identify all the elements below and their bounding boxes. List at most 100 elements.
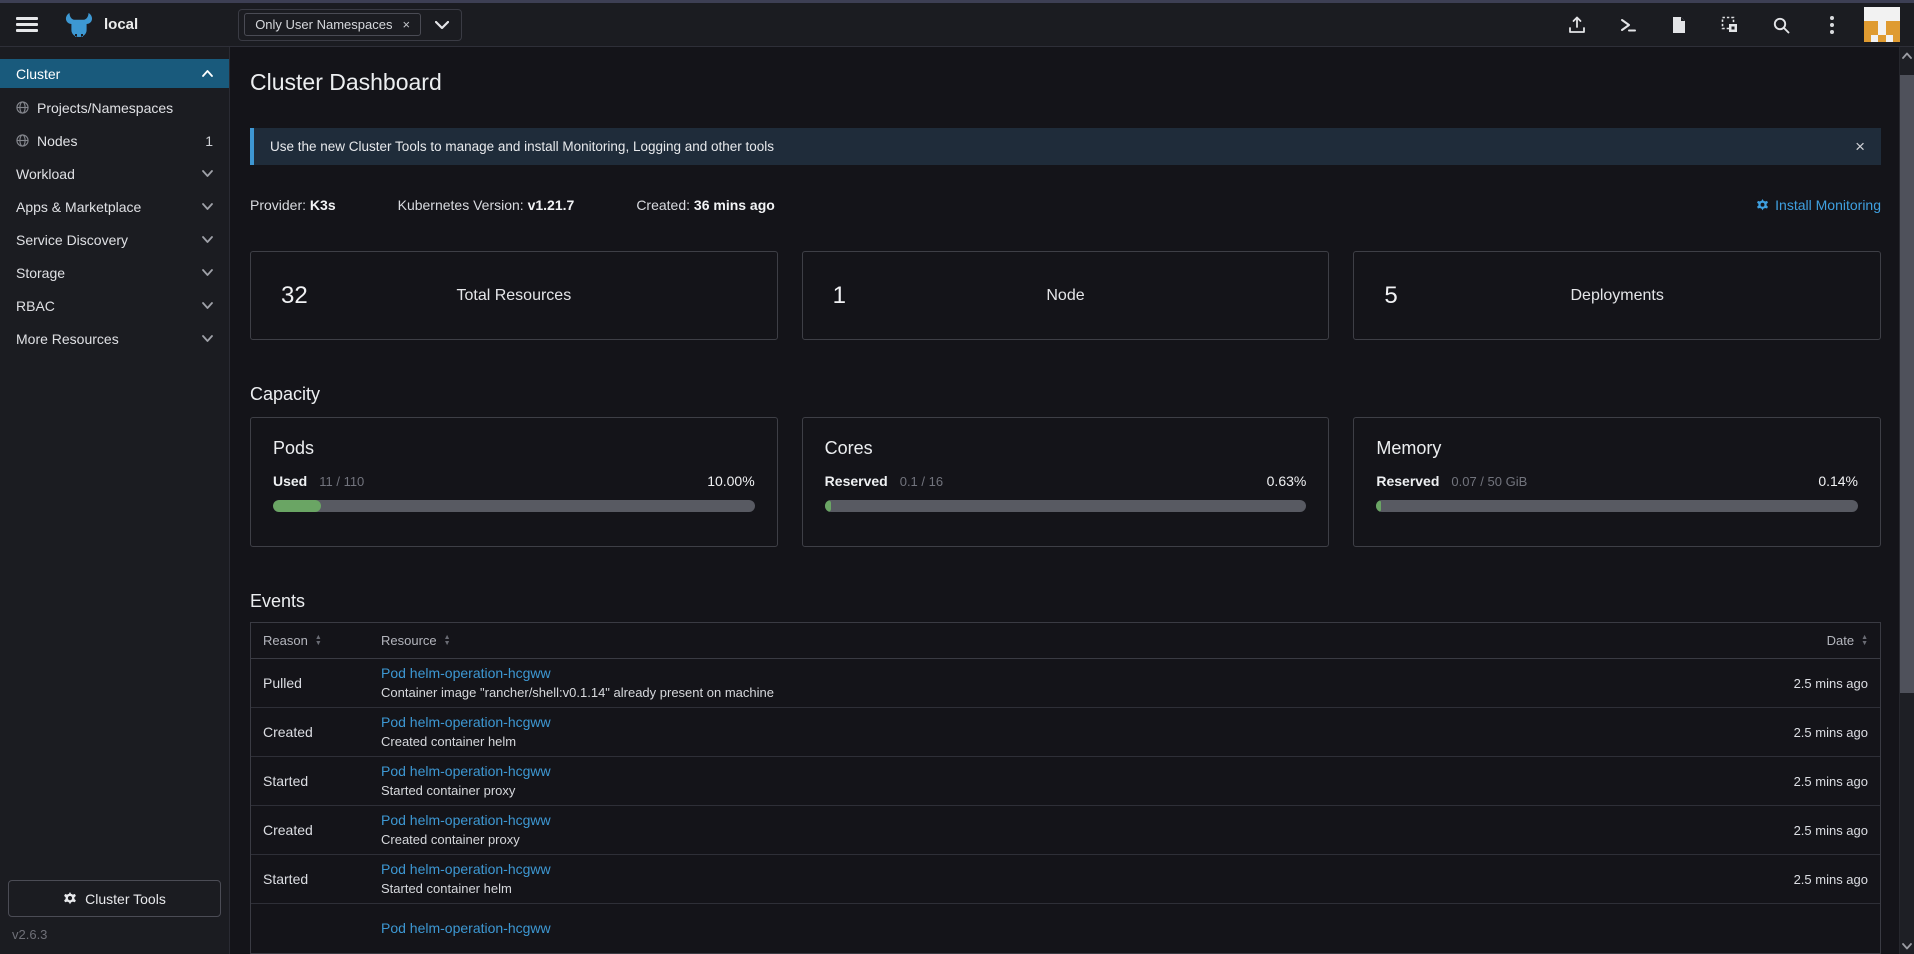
sidebar-item-label: Projects/Namespaces: [37, 100, 173, 116]
scrollbar-down-icon[interactable]: [1900, 943, 1914, 950]
sidebar-group-apps-marketplace[interactable]: Apps & Marketplace: [0, 190, 229, 223]
event-row: Pod helm-operation-hcgww: [251, 904, 1880, 953]
event-reason: Created: [251, 806, 381, 854]
event-resource-link[interactable]: Pod helm-operation-hcgww: [381, 761, 551, 781]
sidebar-group-workload[interactable]: Workload: [0, 157, 229, 190]
top-bar: local Only User Namespaces ×: [0, 3, 1914, 47]
event-message: Created container helm: [381, 733, 551, 752]
globe-icon: [16, 101, 29, 114]
event-resource-link[interactable]: Pod helm-operation-hcgww: [381, 810, 551, 830]
stat-card-node: 1 Node: [802, 251, 1330, 340]
sidebar-group-label: Service Discovery: [16, 232, 128, 248]
cluster-info-row: Provider: K3s Kubernetes Version: v1.21.…: [250, 197, 1881, 213]
sidebar-group-cluster[interactable]: Cluster: [0, 59, 229, 88]
install-monitoring-label: Install Monitoring: [1775, 197, 1881, 213]
event-resource-link[interactable]: Pod helm-operation-hcgww: [381, 712, 551, 732]
column-header-resource[interactable]: Resource ▲▼: [381, 623, 1670, 658]
sidebar-group-storage[interactable]: Storage: [0, 256, 229, 289]
sort-icon: ▲▼: [444, 635, 451, 647]
cluster-name[interactable]: local: [104, 16, 138, 33]
event-resource-link[interactable]: Pod helm-operation-hcgww: [381, 663, 774, 683]
download-kubeconfig-icon[interactable]: [1669, 15, 1689, 35]
sort-icon: ▲▼: [315, 635, 322, 647]
cluster-tools-label: Cluster Tools: [85, 891, 166, 907]
sidebar-group-rbac[interactable]: RBAC: [0, 289, 229, 322]
event-row: Created Pod helm-operation-hcgww Created…: [251, 708, 1880, 757]
capacity-percent: 0.14%: [1818, 473, 1858, 489]
sidebar-item-projects-namespaces[interactable]: Projects/Namespaces: [0, 91, 229, 124]
main-content: Cluster Dashboard Use the new Cluster To…: [230, 47, 1899, 954]
namespace-filter-tag: Only User Namespaces ×: [244, 13, 421, 36]
event-message: Started container helm: [381, 880, 551, 899]
kubectl-shell-icon[interactable]: [1618, 15, 1638, 35]
sidebar-item-label: Nodes: [37, 133, 77, 149]
rancher-logo[interactable]: [64, 12, 94, 38]
stat-label: Node: [803, 287, 1329, 305]
event-row: Started Pod helm-operation-hcgww Started…: [251, 757, 1880, 806]
rancher-app: local Only User Namespaces ×: [0, 0, 1914, 954]
chevron-down-icon: [202, 269, 213, 276]
event-reason: [251, 904, 381, 953]
sidebar: Cluster Projects/Namespaces Nodes 1 Work…: [0, 47, 230, 954]
sidebar-group-service-discovery[interactable]: Service Discovery: [0, 223, 229, 256]
gear-icon: [1756, 199, 1769, 212]
event-message: Started container proxy: [381, 782, 551, 801]
sidebar-item-nodes[interactable]: Nodes 1: [0, 124, 229, 157]
copy-kubeconfig-icon[interactable]: [1720, 15, 1740, 35]
search-icon[interactable]: [1771, 15, 1791, 35]
event-reason: Started: [251, 855, 381, 903]
memory-progress-bar: [1376, 500, 1858, 512]
cluster-tools-button[interactable]: Cluster Tools: [8, 880, 221, 917]
import-yaml-icon[interactable]: [1567, 15, 1587, 35]
event-date: 2.5 mins ago: [1670, 855, 1880, 903]
chevron-down-icon: [202, 302, 213, 309]
event-resource-link[interactable]: Pod helm-operation-hcgww: [381, 859, 551, 879]
stat-label: Total Resources: [251, 287, 777, 305]
capacity-fraction: 0.07 / 50 GiB: [1451, 474, 1527, 489]
stat-card-total-resources: 32 Total Resources: [250, 251, 778, 340]
user-avatar[interactable]: [1864, 7, 1900, 43]
event-date: 2.5 mins ago: [1670, 708, 1880, 756]
vertical-scrollbar[interactable]: [1899, 47, 1914, 954]
event-date: 2.5 mins ago: [1670, 659, 1880, 707]
gear-icon: [63, 892, 77, 906]
more-menu-icon[interactable]: [1822, 15, 1842, 35]
sidebar-footer: Cluster Tools v2.6.3: [0, 872, 229, 954]
capacity-cards: Pods Used 11 / 110 10.00% Cores Reserved…: [250, 417, 1881, 547]
cores-progress-fill: [825, 500, 831, 512]
created-info: Created: 36 mins ago: [636, 197, 775, 213]
capacity-card-memory: Memory Reserved 0.07 / 50 GiB 0.14%: [1353, 417, 1881, 547]
sort-icon: ▲▼: [1861, 635, 1868, 647]
hamburger-menu-icon[interactable]: [16, 17, 38, 32]
sidebar-group-more-resources[interactable]: More Resources: [0, 322, 229, 355]
scrollbar-thumb[interactable]: [1900, 75, 1914, 693]
namespace-tag-remove-icon[interactable]: ×: [402, 17, 410, 32]
cluster-tools-banner: Use the new Cluster Tools to manage and …: [250, 128, 1881, 165]
column-header-date[interactable]: Date ▲▼: [1670, 623, 1880, 658]
column-header-reason[interactable]: Reason ▲▼: [251, 623, 381, 658]
install-monitoring-link[interactable]: Install Monitoring: [1756, 197, 1881, 213]
event-resource-link[interactable]: Pod helm-operation-hcgww: [381, 918, 551, 938]
namespace-filter-tag-label: Only User Namespaces: [255, 17, 392, 32]
chevron-down-icon: [202, 203, 213, 210]
namespace-filter-select[interactable]: Only User Namespaces ×: [238, 9, 462, 41]
event-row: Pulled Pod helm-operation-hcgww Containe…: [251, 659, 1880, 708]
sidebar-group-label: RBAC: [16, 298, 55, 314]
stat-card-deployments: 5 Deployments: [1353, 251, 1881, 340]
banner-close-icon[interactable]: ×: [1855, 137, 1865, 157]
event-message: Container image "rancher/shell:v0.1.14" …: [381, 684, 774, 703]
event-date: 2.5 mins ago: [1670, 757, 1880, 805]
chevron-up-icon: [202, 70, 213, 77]
events-heading: Events: [250, 591, 1881, 612]
item-count: 1: [205, 133, 213, 149]
pods-progress-fill: [273, 500, 321, 512]
capacity-title: Pods: [273, 438, 755, 459]
sidebar-group-label: Workload: [16, 166, 75, 182]
capacity-fraction: 11 / 110: [319, 474, 364, 489]
capacity-card-cores: Cores Reserved 0.1 / 16 0.63%: [802, 417, 1330, 547]
event-message: Created container proxy: [381, 831, 551, 850]
event-date: [1670, 904, 1880, 953]
banner-text: Use the new Cluster Tools to manage and …: [270, 139, 774, 154]
scrollbar-up-icon[interactable]: [1900, 52, 1914, 59]
capacity-heading: Capacity: [250, 384, 1881, 405]
